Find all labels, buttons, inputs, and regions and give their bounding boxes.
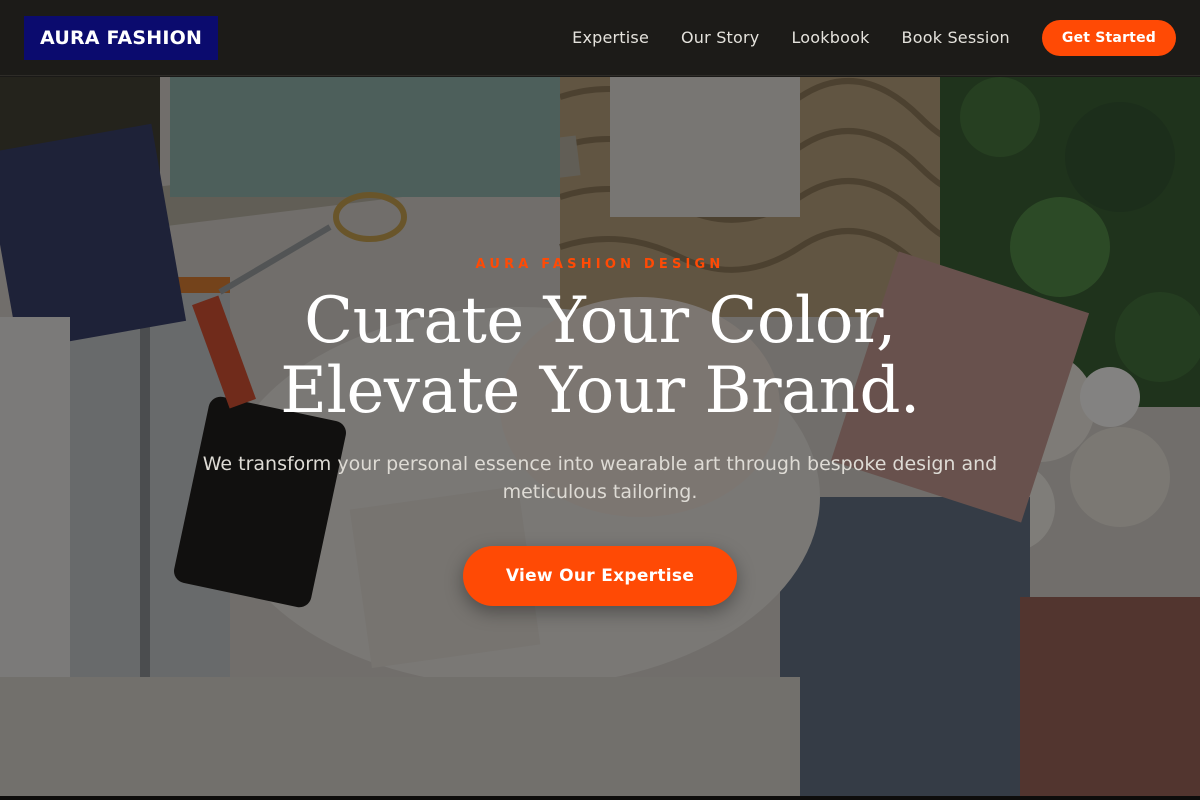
hero-headline-line-2: Elevate Your Brand. <box>280 354 920 428</box>
get-started-button[interactable]: Get Started <box>1041 19 1176 56</box>
nav-link-lookbook[interactable]: Lookbook <box>791 28 869 47</box>
site-header: AURA FASHION Expertise Our Story Lookboo… <box>0 0 1200 76</box>
hero-subtitle: We transform your personal essence into … <box>202 453 998 503</box>
view-expertise-button[interactable]: View Our Expertise <box>463 546 737 606</box>
hero-content: AURA FASHION DESIGN Curate Your Color, E… <box>0 257 1200 606</box>
nav-link-our-story[interactable]: Our Story <box>681 28 759 47</box>
hero-eyebrow: AURA FASHION DESIGN <box>475 257 725 272</box>
main-nav: Expertise Our Story Lookbook Book Sessio… <box>572 28 1010 47</box>
hero-headline-line-1: Curate Your Color, <box>304 284 896 358</box>
hero-headline: Curate Your Color, Elevate Your Brand. <box>280 286 920 426</box>
nav-link-book-session[interactable]: Book Session <box>902 28 1010 47</box>
page-bottom-edge <box>0 796 1200 800</box>
brand-logo[interactable]: AURA FASHION <box>24 15 219 60</box>
nav-right: Expertise Our Story Lookbook Book Sessio… <box>572 19 1176 56</box>
hero-section: AURA FASHION DESIGN Curate Your Color, E… <box>0 77 1200 796</box>
nav-link-expertise[interactable]: Expertise <box>572 28 649 47</box>
